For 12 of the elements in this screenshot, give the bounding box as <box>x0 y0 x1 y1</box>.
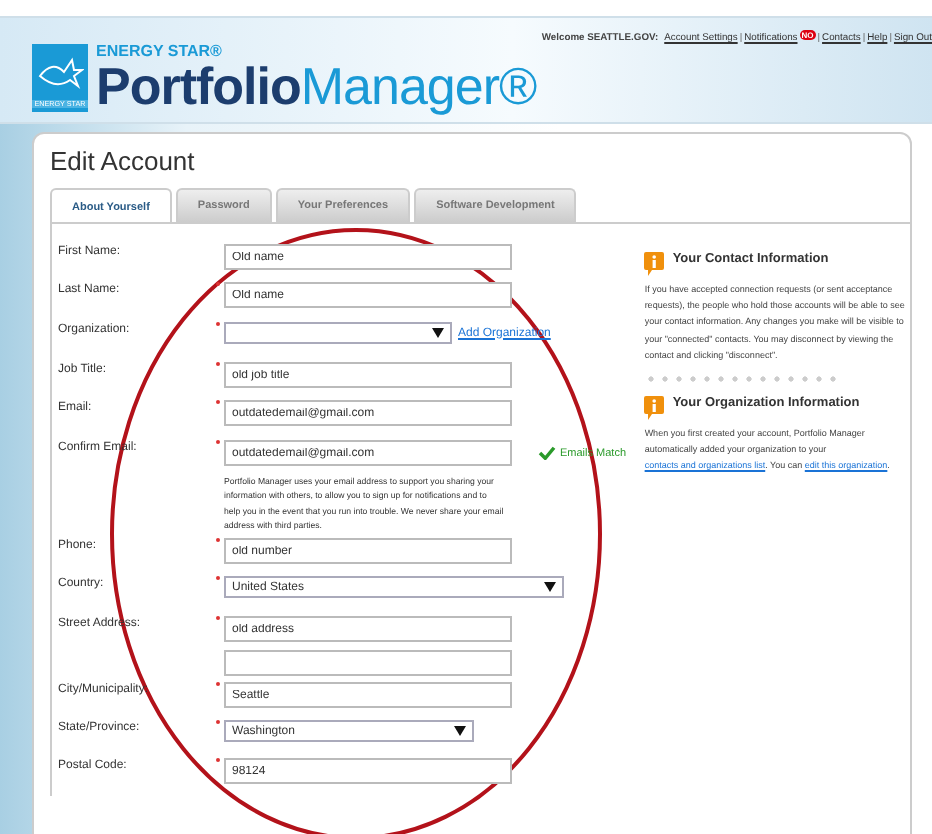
dropdown-arrow-icon <box>454 726 466 737</box>
page-title: Edit Account <box>50 146 197 176</box>
info-icon <box>644 396 665 421</box>
brand-title: PortfolioManager® <box>96 60 537 112</box>
star-swoosh-icon <box>36 53 84 89</box>
info-icon <box>644 252 665 276</box>
dropdown-arrow-icon <box>544 582 556 593</box>
input-field[interactable] <box>224 650 512 677</box>
brand-subtitle: ENERGY STAR® <box>96 42 224 60</box>
dropdown-arrow-icon <box>432 328 444 338</box>
check-icon <box>538 446 556 460</box>
dropdown[interactable] <box>224 322 452 344</box>
